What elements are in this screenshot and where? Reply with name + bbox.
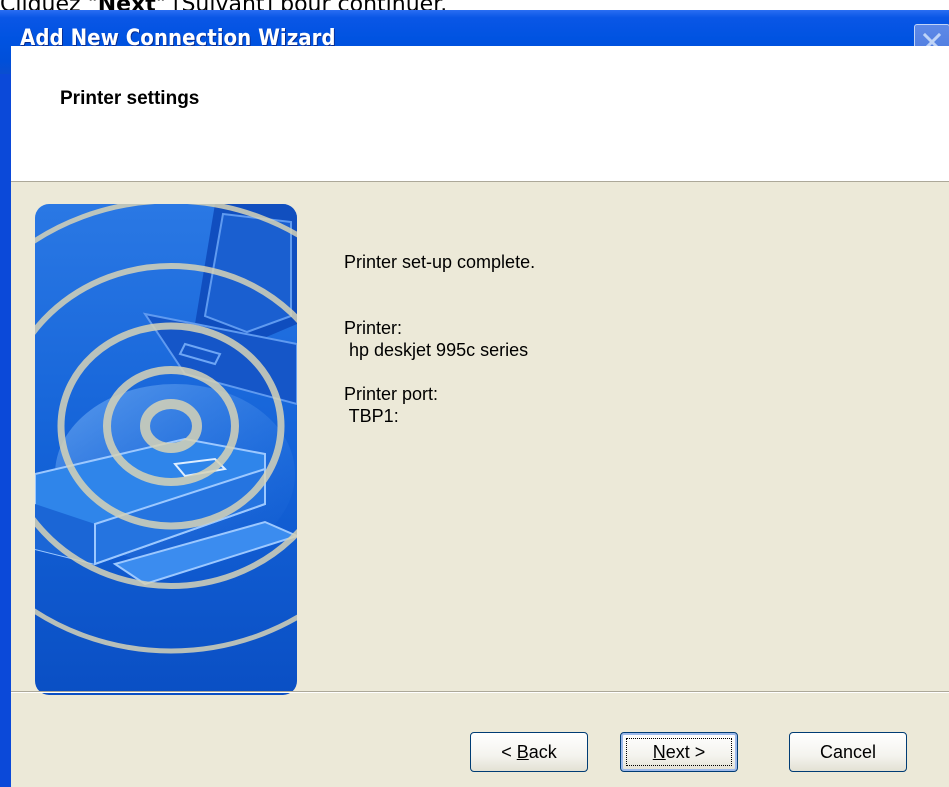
port-value: TBP1: (344, 406, 399, 426)
printer-wireless-illustration (35, 204, 297, 695)
instruction-text: Cliquez "Next" [Suivant] pour continuer. (0, 0, 447, 16)
printer-image (35, 204, 297, 695)
dialog-client-area: Printer settings Printer set-up complete… (11, 46, 949, 787)
cancel-button-label: Cancel (819, 741, 877, 762)
back-button-prefix: < (501, 741, 517, 762)
port-label: Printer port: (344, 384, 439, 404)
wizard-header: Printer settings (11, 46, 949, 182)
cancel-button[interactable]: Cancel (789, 732, 907, 772)
back-button-accel: B (516, 741, 529, 762)
wizard-window: Add New Connection Wizard Printer settin… (0, 10, 949, 787)
page-title: Printer settings (60, 88, 200, 109)
printer-label: Printer: (344, 318, 403, 338)
printer-value: hp deskjet 995c series (344, 340, 529, 360)
content-panel: Printer set-up complete. Printer: hp des… (344, 251, 535, 427)
footer-divider (11, 691, 949, 693)
setup-status-text: Printer set-up complete. (344, 252, 536, 272)
focus-rect (626, 738, 732, 766)
back-button-rest: ack (528, 741, 557, 762)
next-button[interactable]: Next > (620, 732, 738, 772)
back-button[interactable]: < Back (470, 732, 588, 772)
